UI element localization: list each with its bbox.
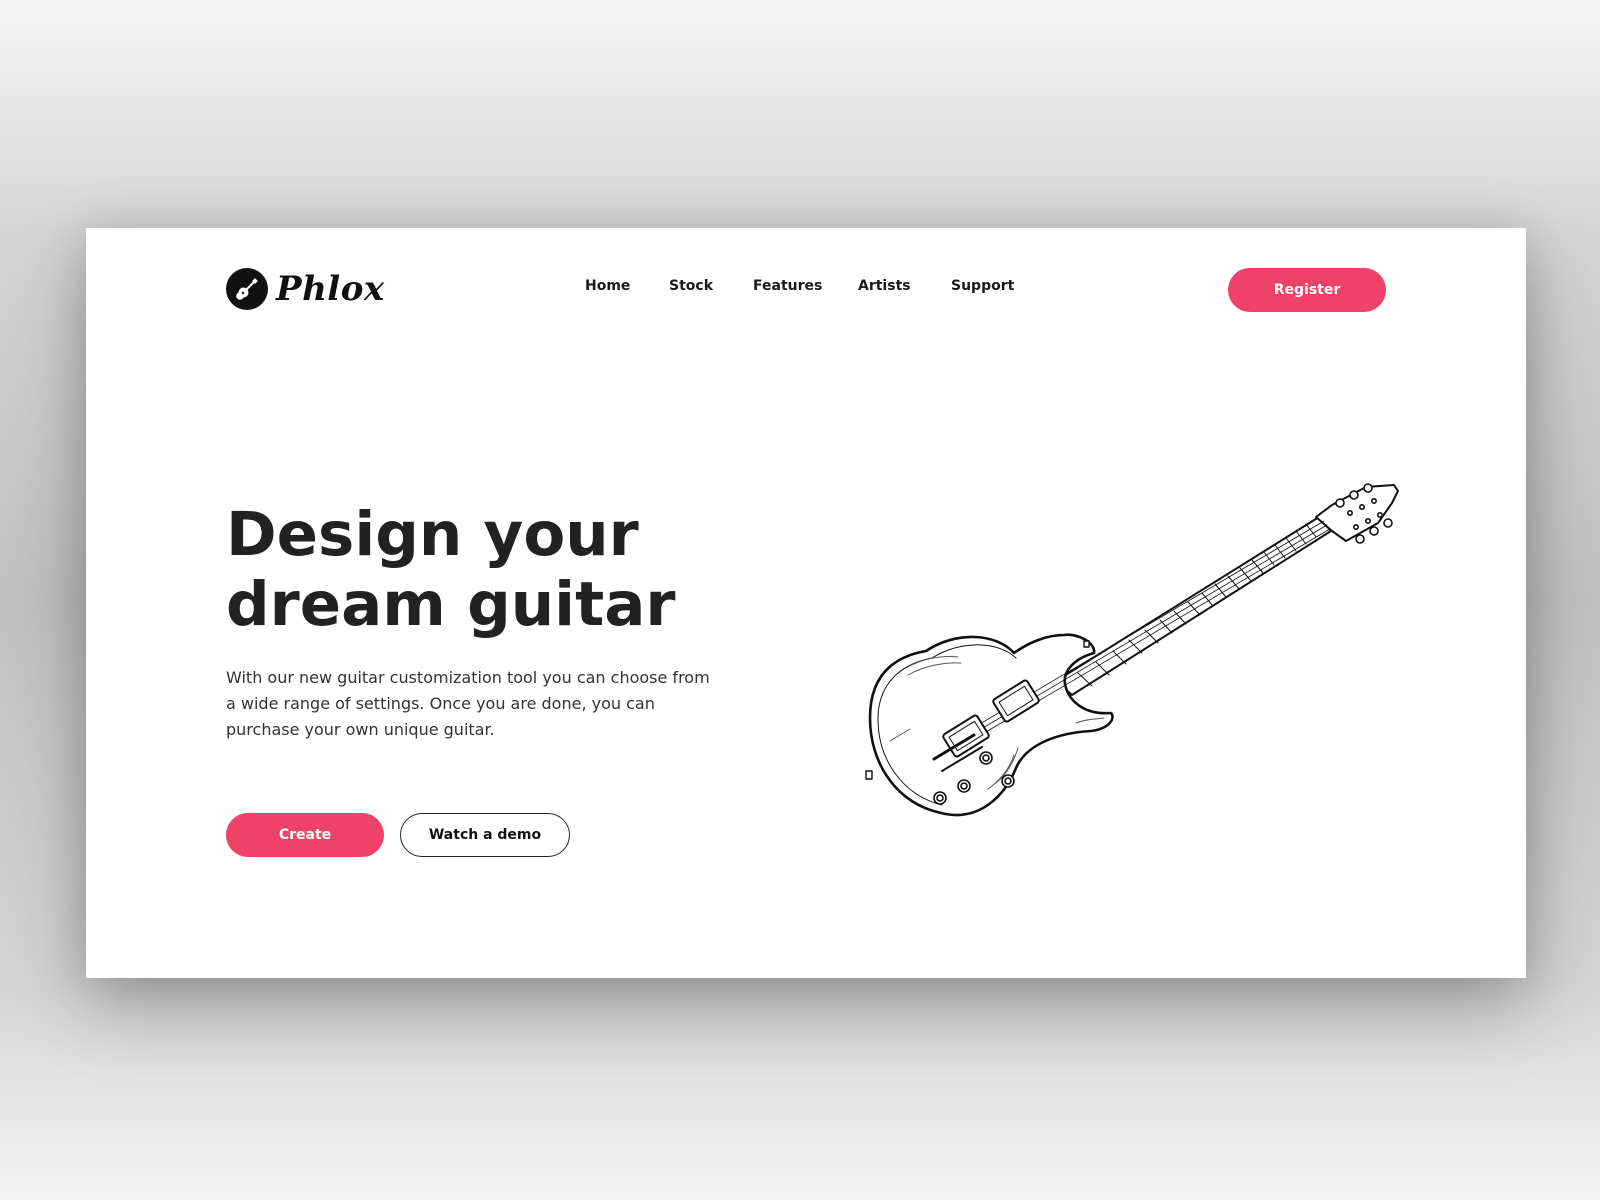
register-button[interactable]: Register bbox=[1228, 268, 1386, 312]
electric-guitar-sketch bbox=[865, 483, 1399, 817]
hero-description-line-1: With our new guitar customization tool y… bbox=[226, 668, 710, 687]
hero-title-line-2: dream guitar bbox=[226, 569, 676, 640]
hero-title-line-1: Design your bbox=[226, 499, 639, 570]
nav-item-home[interactable]: Home bbox=[585, 278, 630, 294]
landing-card: Phlox Home Stock Features Artists Suppor… bbox=[86, 228, 1526, 978]
create-button[interactable]: Create bbox=[226, 813, 384, 857]
hero-title: Design your dream guitar bbox=[226, 500, 826, 640]
nav-item-support[interactable]: Support bbox=[951, 278, 1014, 294]
nav-item-stock[interactable]: Stock bbox=[669, 278, 713, 294]
watch-demo-button[interactable]: Watch a demo bbox=[400, 813, 570, 857]
hero-description-line-3: purchase your own unique guitar. bbox=[226, 720, 495, 739]
hero-description: With our new guitar customization tool y… bbox=[226, 665, 746, 743]
hero-description-line-2: a wide range of settings. Once you are d… bbox=[226, 694, 655, 713]
nav-item-features[interactable]: Features bbox=[753, 278, 822, 294]
nav-item-artists[interactable]: Artists bbox=[858, 278, 911, 294]
